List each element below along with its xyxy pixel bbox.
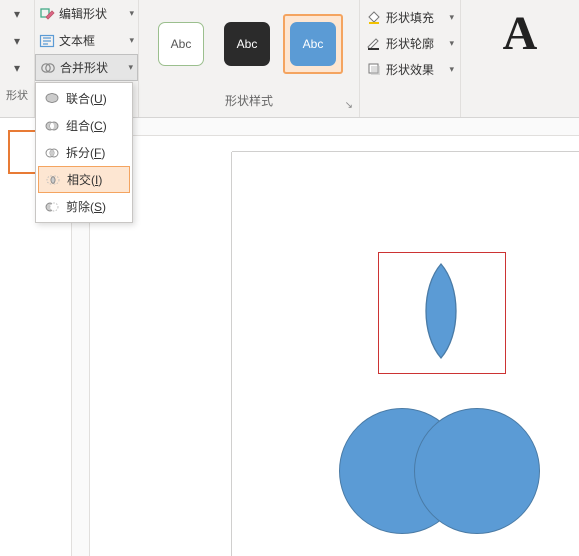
chevron-down-icon: ▾ [128, 62, 133, 73]
shape-style-gallery: Abc Abc Abc [139, 0, 359, 83]
shape-fill-label: 形状填充 [386, 9, 434, 26]
merge-shapes-button[interactable]: 合并形状 ▾ [35, 54, 138, 81]
shape-outline-button[interactable]: 形状轮廓 ▾ [360, 30, 460, 56]
edit-shape-button[interactable]: 编辑形状 ▾ [35, 0, 138, 27]
shape-style-option-3[interactable]: Abc [283, 14, 343, 74]
edit-shape-icon [39, 6, 55, 22]
text-box-icon [39, 33, 55, 49]
merge-union-item[interactable]: 联合(U) [38, 85, 130, 112]
wordart-styles-group: A [461, 0, 579, 117]
fragment-icon [44, 145, 60, 161]
shape-effects-label: 形状效果 [386, 61, 434, 78]
text-box-button[interactable]: 文本框 ▾ [35, 27, 138, 54]
chevron-down-icon: ▾ [129, 8, 134, 19]
shape-effects-button[interactable]: 形状效果 ▾ [360, 56, 460, 82]
merge-shapes-label: 合并形状 [60, 59, 108, 76]
intersect-icon [45, 172, 61, 188]
merge-intersect-item[interactable]: 相交(I) [38, 166, 130, 193]
paint-bucket-icon [366, 9, 382, 25]
union-icon [44, 91, 60, 107]
shape-styles-group-label: 形状样式 ↘ [139, 83, 359, 117]
shape-format-group: 形状填充 ▾ 形状轮廓 ▾ 形状效果 ▾ [360, 0, 460, 117]
left-narrow-column: ▾ ▾ ▾ 形状 [0, 0, 35, 117]
dialog-launcher-icon[interactable]: ↘ [345, 100, 353, 111]
chevron-down-icon: ▾ [449, 64, 454, 75]
slide-canvas[interactable] [90, 118, 579, 556]
shape-style-preview: Abc [158, 22, 204, 66]
merge-subtract-item[interactable]: 剪除(S) [38, 193, 130, 220]
circle-shape-right[interactable] [414, 408, 540, 534]
subtract-icon [44, 199, 60, 215]
merge-shapes-dropdown: 联合(U) 组合(C) 拆分(F) 相交(I) 剪除(S) [35, 82, 133, 223]
dropdown-chevron-icon[interactable]: ▾ [0, 54, 34, 81]
chevron-down-icon: ▾ [129, 35, 134, 46]
chevron-down-icon: ▾ [449, 38, 454, 49]
wordart-style-preview[interactable]: A [503, 10, 538, 58]
dropdown-chevron-icon[interactable]: ▾ [0, 0, 34, 27]
shape-outline-label: 形状轮廓 [386, 35, 434, 52]
shape-fill-button[interactable]: 形状填充 ▾ [360, 4, 460, 30]
horizontal-ruler [90, 118, 579, 136]
shape-style-option-1[interactable]: Abc [151, 14, 211, 74]
chevron-down-icon: ▾ [449, 12, 454, 23]
combine-icon [44, 118, 60, 134]
shape-styles-group: Abc Abc Abc 形状样式 ↘ [139, 0, 359, 117]
intersect-result-shape[interactable] [416, 262, 466, 360]
edit-shape-label: 编辑形状 [59, 5, 107, 22]
merge-combine-item[interactable]: 组合(C) [38, 112, 130, 139]
pen-outline-icon [366, 35, 382, 51]
shape-style-preview: Abc [224, 22, 270, 66]
text-box-label: 文本框 [59, 32, 95, 49]
insert-shape-partial-label: 形状 [0, 81, 34, 108]
shape-style-option-2[interactable]: Abc [217, 14, 277, 74]
shape-style-preview: Abc [290, 22, 336, 66]
merge-shapes-icon [40, 60, 56, 76]
dropdown-chevron-icon[interactable]: ▾ [0, 27, 34, 54]
merge-fragment-item[interactable]: 拆分(F) [38, 139, 130, 166]
effects-icon [366, 61, 382, 77]
